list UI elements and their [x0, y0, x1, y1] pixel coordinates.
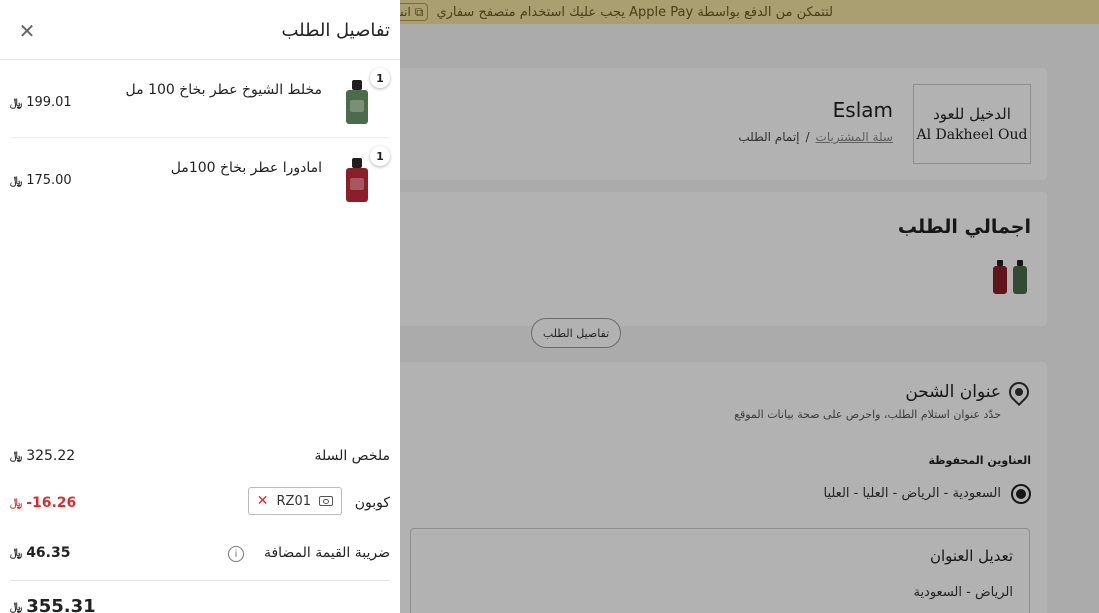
close-icon[interactable]: ✕ — [18, 21, 36, 41]
coupon-label: كوبون — [354, 495, 390, 511]
riyal-icon: ﷼ — [10, 449, 23, 462]
coupon-row: كوبون ✕ RZ01 ﷼ -16.26 — [10, 487, 390, 515]
quantity-badge: 1 — [370, 68, 390, 88]
total-amount: 355.31 — [26, 596, 96, 613]
coupon-code: RZ01 — [276, 493, 311, 509]
info-icon[interactable]: i — [228, 546, 244, 562]
ticket-icon — [319, 496, 333, 506]
riyal-icon: ﷼ — [10, 546, 23, 559]
vat-value: ﷼ 46.35 — [10, 545, 70, 561]
item-name: امادورا عطر بخاخ 100مل — [170, 160, 322, 176]
product-image — [340, 74, 374, 124]
vat-label: ضريبة القيمة المضافة — [263, 545, 390, 561]
coupon-discount-amount: -16.26 — [26, 495, 77, 511]
item-name: مخلط الشيوخ عطر بخاخ 100 مل — [125, 82, 323, 98]
riyal-icon: ﷼ — [10, 599, 23, 613]
riyal-icon: ﷼ — [10, 95, 23, 109]
vat-row: ضريبة القيمة المضافة i ﷼ 46.35 — [10, 545, 390, 565]
cart-item: 1 امادورا عطر بخاخ 100مل ﷼ 175.00 — [10, 138, 390, 216]
drawer-title: تفاصيل الطلب — [281, 20, 390, 41]
vat-amount: 46.35 — [26, 545, 71, 561]
totals-divider — [10, 580, 390, 581]
coupon-chip: ✕ RZ01 — [247, 487, 342, 515]
perfume-bottle-icon — [346, 158, 368, 202]
drawer-header: تفاصيل الطلب ✕ — [0, 0, 400, 60]
quantity-badge: 1 — [370, 146, 390, 166]
coupon-discount-value: ﷼ -16.26 — [10, 495, 76, 511]
cart-item: 1 مخلط الشيوخ عطر بخاخ 100 مل ﷼ 199.01 — [10, 60, 390, 138]
basket-summary-amount: 325.22 — [26, 448, 76, 464]
order-details-drawer: تفاصيل الطلب ✕ 1 مخلط الشيوخ عطر بخاخ 10… — [0, 0, 400, 613]
remove-coupon-icon[interactable]: ✕ — [257, 493, 269, 509]
item-price: ﷼ 175.00 — [10, 173, 72, 188]
riyal-icon: ﷼ — [10, 173, 23, 187]
item-price-value: 199.01 — [26, 95, 72, 110]
total-value: ﷼ 355.31 — [10, 596, 96, 613]
total-row: ﷼ 355.31 — [10, 596, 390, 613]
perfume-bottle-icon — [346, 80, 368, 124]
riyal-icon: ﷼ — [10, 496, 23, 509]
item-price: ﷼ 199.01 — [10, 95, 72, 110]
basket-summary-value: ﷼ 325.22 — [10, 448, 75, 464]
basket-summary-row: ملخص السلة ﷼ 325.22 — [10, 448, 390, 468]
item-price-value: 175.00 — [26, 173, 72, 188]
product-image — [340, 152, 374, 202]
basket-summary-label: ملخص السلة — [314, 448, 390, 464]
